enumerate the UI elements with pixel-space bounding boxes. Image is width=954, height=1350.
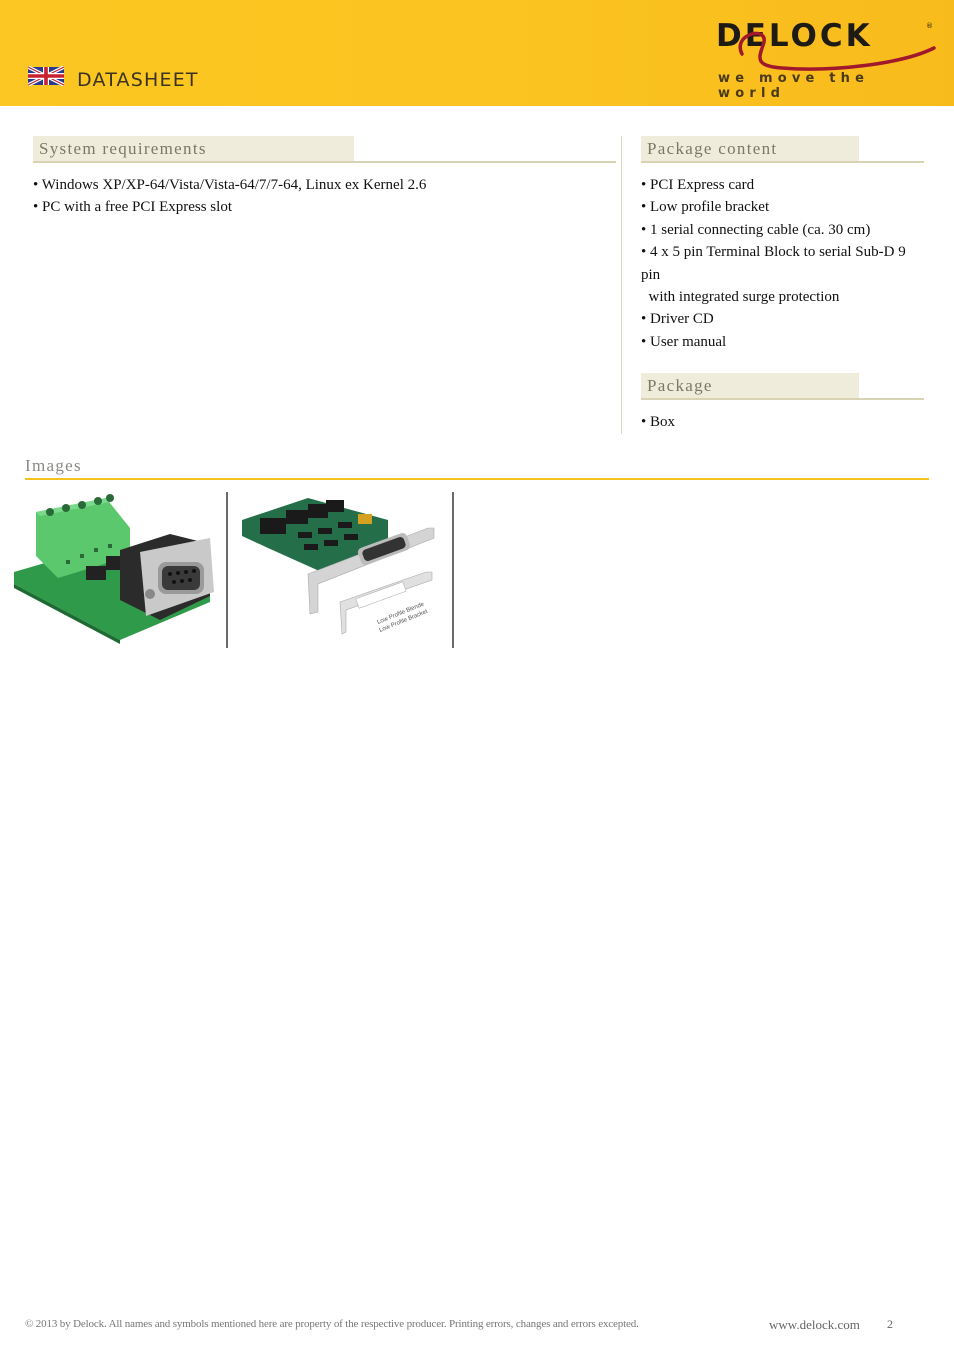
list-item: • PC with a free PCI Express slot bbox=[33, 199, 232, 216]
datasheet-label: DATASHEET bbox=[77, 69, 199, 91]
system-requirements-list: • Windows XP/XP-64/Vista/Vista-64/7/7-64… bbox=[33, 174, 613, 219]
image-separator bbox=[452, 492, 454, 648]
website-link[interactable]: www.delock.com bbox=[769, 1317, 860, 1333]
column-divider bbox=[621, 136, 622, 434]
logo-tagline: we move the world bbox=[718, 71, 870, 101]
images-divider bbox=[25, 478, 929, 480]
list-item: • 4 x 5 pin Terminal Block to serial Sub… bbox=[641, 244, 906, 261]
uk-flag-icon bbox=[28, 66, 64, 86]
list-item: with integrated surge protection bbox=[641, 289, 840, 306]
image-separator bbox=[226, 492, 228, 648]
package-content-list: • PCI Express card • Low profile bracket… bbox=[641, 174, 931, 353]
page-number: 2 bbox=[887, 1317, 893, 1331]
delock-logo: DELOCK ® we move the world bbox=[712, 14, 938, 101]
terminal-block-adapter-image bbox=[10, 492, 215, 648]
pci-express-card-image: Low Profile Blende Low Profile Bracket bbox=[238, 492, 448, 648]
package-list: • Box bbox=[641, 411, 931, 433]
list-item: • Box bbox=[641, 414, 676, 430]
logo-swoosh-icon bbox=[738, 31, 936, 71]
list-item: • Driver CD bbox=[641, 311, 714, 328]
list-item: • PCI Express card bbox=[641, 177, 755, 193]
package-title: Package bbox=[641, 373, 859, 398]
package-content-title: Package content bbox=[641, 136, 859, 161]
datasheet-header: DATASHEET DELOCK ® we move the world bbox=[0, 0, 954, 106]
list-item: pin bbox=[641, 266, 661, 283]
list-item: • 1 serial connecting cable (ca. 30 cm) bbox=[641, 221, 871, 238]
images-title: Images bbox=[25, 456, 82, 475]
list-item: • Windows XP/XP-64/Vista/Vista-64/7/7-64… bbox=[33, 177, 427, 193]
list-item: • User manual bbox=[641, 333, 727, 350]
copyright-notice: © 2013 by Delock. All names and symbols … bbox=[25, 1318, 639, 1330]
list-item: • Low profile bracket bbox=[641, 199, 770, 216]
system-requirements-header: System requirements bbox=[33, 136, 616, 163]
package-header: Package bbox=[641, 373, 924, 400]
system-requirements-title: System requirements bbox=[33, 136, 354, 161]
package-content-header: Package content bbox=[641, 136, 924, 163]
